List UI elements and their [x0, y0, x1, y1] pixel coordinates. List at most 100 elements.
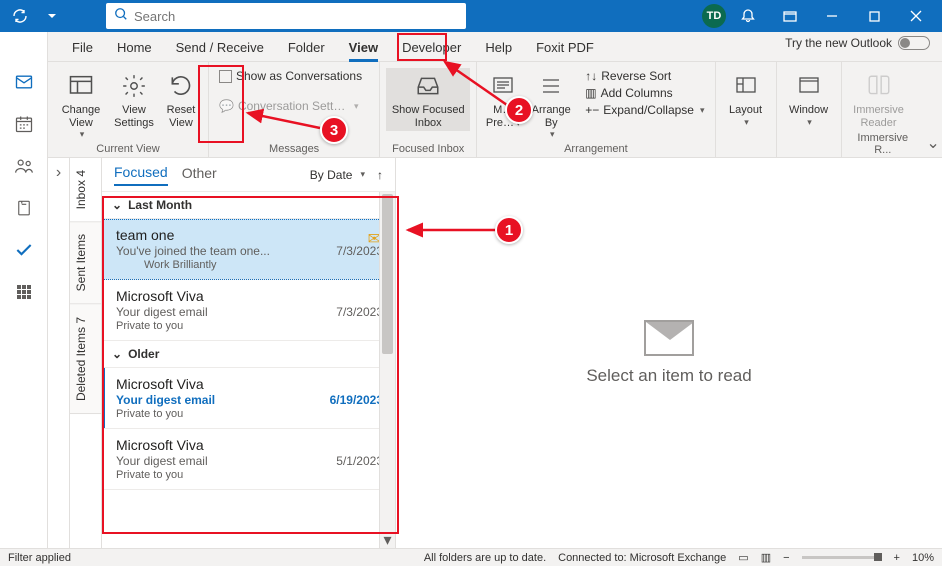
arrange-by-button[interactable]: Arrange By▾: [525, 68, 577, 142]
window-mode-icon[interactable]: [770, 0, 810, 32]
tab-folder[interactable]: Folder: [276, 34, 337, 61]
group-last-month[interactable]: ⌄ Last Month: [102, 192, 395, 219]
envelope-icon: [644, 320, 694, 356]
reader-icon: [863, 70, 895, 102]
conversation-icon: 💬: [219, 99, 234, 113]
view-settings-button[interactable]: View Settings: [110, 68, 158, 131]
group-arrangement: M…Pre…▾ Arrange By▾ ↑↓Reverse Sort ▥Add …: [477, 62, 715, 157]
change-view-icon: [65, 70, 97, 102]
scrollbar-thumb[interactable]: [382, 194, 393, 354]
status-uptodate: All folders are up to date.: [424, 552, 546, 564]
window-button[interactable]: Window▾: [783, 68, 835, 130]
focused-tab[interactable]: Focused: [114, 164, 168, 186]
calendar-icon[interactable]: [10, 110, 38, 138]
minimize-button[interactable]: [812, 0, 852, 32]
folder-tab-inbox[interactable]: Inbox 4: [70, 158, 101, 222]
arrange-by-label: Arrange By: [527, 104, 575, 129]
people-icon[interactable]: [10, 152, 38, 180]
show-focused-inbox-button[interactable]: Show Focused Inbox: [386, 68, 470, 131]
message-item[interactable]: Microsoft Viva Your digest email5/1/2023…: [102, 429, 395, 490]
sort-by-date[interactable]: By Date▾↑: [310, 168, 383, 182]
reset-view-button[interactable]: Reset View: [160, 68, 202, 131]
tab-help[interactable]: Help: [473, 34, 524, 61]
group-messages: Show as Conversations 💬 Conversation Sett…: [209, 62, 380, 157]
search-box[interactable]: [106, 3, 466, 29]
zoom-minus-icon[interactable]: −: [783, 552, 789, 564]
notifications-icon[interactable]: [728, 0, 768, 32]
mail-icon[interactable]: [10, 68, 38, 96]
zoom-slider[interactable]: [802, 556, 882, 559]
titlebar-dropdown-icon[interactable]: [38, 2, 66, 30]
window-icon: [793, 70, 825, 102]
tab-view[interactable]: View: [337, 34, 390, 61]
window-label: Window: [789, 104, 828, 117]
conv-settings-label: Conversation Settings: [238, 99, 348, 113]
tab-developer[interactable]: Developer: [390, 34, 473, 61]
folder-tab-deleted[interactable]: Deleted Items 7: [70, 305, 101, 414]
add-columns-button[interactable]: ▥Add Columns: [581, 85, 708, 101]
show-conv-label: Show as Conversations: [236, 69, 362, 83]
layout-button[interactable]: Layout▾: [722, 68, 770, 130]
search-icon: [114, 7, 128, 26]
chevron-down-icon: ⌄: [112, 198, 122, 212]
group-focused-inbox: Show Focused Inbox Focused Inbox: [380, 62, 477, 157]
refresh-icon[interactable]: [6, 2, 34, 30]
tab-file[interactable]: File: [60, 34, 105, 61]
group-label-focused: Focused Inbox: [386, 142, 470, 156]
folder-tab-sent[interactable]: Sent Items: [70, 222, 101, 304]
folder-tabs: Inbox 4 Sent Items Deleted Items 7: [70, 158, 102, 548]
message-preview: Private to you: [116, 469, 383, 481]
view-reading-icon[interactable]: ▥: [761, 551, 771, 564]
group-label: Last Month: [128, 198, 192, 212]
message-item[interactable]: Microsoft Viva Your digest email7/3/2023…: [102, 280, 395, 341]
scroll-down-icon[interactable]: ▾: [380, 532, 395, 548]
message-item[interactable]: ✉ team one You've joined the team one...…: [102, 219, 395, 280]
show-focused-label: Show Focused Inbox: [388, 104, 468, 129]
ribbon-collapse-icon[interactable]: ⌄: [924, 62, 942, 157]
message-item[interactable]: Microsoft Viva Your digest email6/19/202…: [102, 368, 395, 429]
message-sender: team one: [116, 227, 383, 243]
try-new-outlook[interactable]: Try the new Outlook: [785, 36, 930, 50]
group-immersive: Immersive Reader Immersive R...: [842, 62, 925, 157]
group-window: Window▾: [777, 62, 842, 157]
notes-icon[interactable]: [10, 194, 38, 222]
tab-send-receive[interactable]: Send / Receive: [164, 34, 276, 61]
conversation-settings-button[interactable]: 💬Conversation Settings▾: [215, 98, 366, 114]
message-preview: Private to you: [116, 320, 383, 332]
expand-collapse-button[interactable]: +−Expand/Collapse▾: [581, 102, 708, 118]
immersive-reader-button[interactable]: Immersive Reader: [848, 68, 910, 131]
change-view-button[interactable]: Change View▾: [54, 68, 108, 142]
group-older[interactable]: ⌄Older: [102, 341, 395, 368]
folder-pane-expand[interactable]: ›: [48, 158, 70, 548]
message-list-body[interactable]: ⌄ Last Month ✉ team one You've joined the…: [102, 192, 395, 548]
avatar[interactable]: TD: [702, 4, 726, 28]
zoom-plus-icon[interactable]: +: [894, 552, 900, 564]
reading-pane: Select an item to read: [396, 158, 942, 548]
preview-label: M…Pre…▾: [486, 104, 521, 129]
scrollbar[interactable]: ▾: [379, 192, 395, 548]
reset-view-label: Reset View: [162, 104, 200, 129]
show-as-conversations-checkbox[interactable]: Show as Conversations: [215, 68, 366, 84]
tab-home[interactable]: Home: [105, 34, 164, 61]
view-normal-icon[interactable]: ▭: [738, 551, 748, 564]
try-new-toggle[interactable]: [898, 36, 930, 50]
view-settings-label: View Settings: [112, 104, 156, 129]
tasks-icon[interactable]: [10, 236, 38, 264]
message-date: 5/1/2023: [336, 454, 383, 468]
expand-icon: +−: [585, 103, 599, 117]
empty-label: [722, 142, 770, 156]
close-button[interactable]: [896, 0, 936, 32]
tab-foxit-pdf[interactable]: Foxit PDF: [524, 34, 606, 61]
message-preview-button[interactable]: M…Pre…▾: [483, 68, 523, 131]
more-apps-icon[interactable]: [10, 278, 38, 306]
search-input[interactable]: [134, 9, 458, 24]
message-sender: Microsoft Viva: [116, 288, 383, 304]
other-tab[interactable]: Other: [182, 165, 217, 185]
group-label-messages: Messages: [215, 142, 373, 156]
reverse-sort-button[interactable]: ↑↓Reverse Sort: [581, 68, 708, 84]
inbox-icon: [412, 70, 444, 102]
maximize-button[interactable]: [854, 0, 894, 32]
group-label: Older: [128, 347, 159, 361]
preview-icon: [487, 70, 519, 102]
expand-collapse-label: Expand/Collapse: [603, 103, 694, 117]
